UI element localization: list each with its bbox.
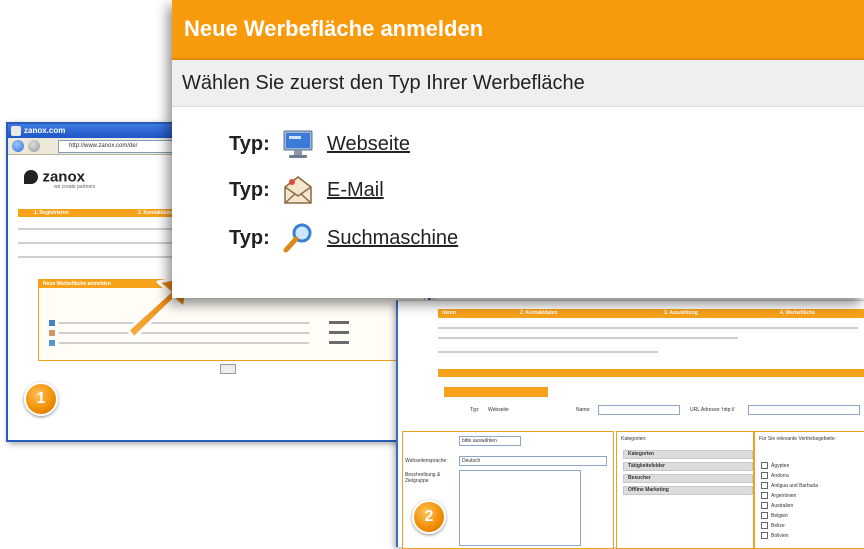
description-label: Beschreibung & Zielgruppe: [405, 472, 441, 484]
category-item[interactable]: Kategorien: [623, 450, 753, 459]
country-checkbox[interactable]: Ägypten: [761, 462, 789, 469]
text-line: [438, 327, 858, 329]
category-item[interactable]: Besucher: [623, 474, 753, 483]
categories-label: Kategorien:: [621, 436, 647, 442]
audience-select[interactable]: bitte auswählen: [459, 436, 521, 446]
country-checkbox[interactable]: Argentinien: [761, 492, 796, 499]
step-label: rieren: [442, 310, 456, 316]
country-checkbox[interactable]: Andorra: [761, 472, 789, 479]
step-label: 2. Kontaktdaten: [520, 310, 558, 316]
language-select[interactable]: Deutsch: [459, 456, 607, 466]
option-suchmaschine: Typ: Suchmaschine: [229, 220, 458, 256]
zanox-logo: zanox we create partners: [24, 168, 95, 190]
webseite-link[interactable]: Webseite: [327, 133, 410, 156]
forward-icon[interactable]: [28, 140, 40, 152]
dialog-subtitle: Wählen Sie zuerst den Typ Ihrer Werbeflä…: [172, 60, 864, 107]
email-link[interactable]: E-Mail: [327, 179, 384, 202]
monitor-icon: [281, 127, 315, 161]
language-select-value: Deutsch: [462, 458, 481, 464]
step-label: 3. Auszahlung: [664, 310, 698, 316]
section-tab: [444, 387, 548, 397]
option-email: Typ: E-Mail: [229, 172, 384, 208]
audience-select-value: bitte auswählen: [462, 438, 497, 444]
option-row: [49, 320, 409, 326]
suchmaschine-link[interactable]: Suchmaschine: [327, 227, 458, 250]
typ-label: Typ:: [229, 132, 270, 155]
step-label: 4. Werbefläche: [780, 310, 816, 316]
country-checkbox[interactable]: Antigua und Barbuda: [761, 482, 818, 489]
step-badge-1: 1: [24, 382, 58, 416]
option-row: [49, 330, 409, 336]
country-checkbox[interactable]: Bolivien: [761, 532, 789, 539]
url-label: URL Adresse: http://: [690, 407, 735, 413]
step-badge-2: 2: [412, 500, 446, 534]
envelope-icon: [281, 173, 315, 207]
text-line: [438, 337, 738, 339]
ok-button[interactable]: [220, 364, 236, 374]
countries-heading: Für Sie relevante Vertriebsgebiete:: [759, 436, 836, 442]
category-item[interactable]: Offline Marketing: [623, 486, 753, 495]
progress-steps: rieren 2. Kontaktdaten 3. Auszahlung 4. …: [438, 309, 864, 318]
name-input[interactable]: [598, 405, 680, 415]
form-window-step2: rieren 2. Kontaktdaten 3. Auszahlung 4. …: [396, 300, 864, 549]
option-webseite: Typ: Webseite: [229, 126, 410, 162]
magnifier-icon: [281, 221, 315, 255]
country-checkbox[interactable]: Australien: [761, 502, 793, 509]
zanox-logo-mark: [24, 169, 38, 184]
country-checkbox[interactable]: Belgien: [761, 512, 788, 519]
zanox-tagline: we create partners: [54, 184, 96, 190]
category-item[interactable]: Tätigkeitsfelder: [623, 462, 753, 471]
back-icon[interactable]: [12, 140, 24, 152]
text-line: [438, 351, 658, 353]
country-checkbox[interactable]: Belize: [761, 522, 785, 529]
typ-label: Typ:: [470, 407, 480, 413]
url-input[interactable]: [748, 405, 860, 415]
address-bar[interactable]: http://www.zanox.com/de/: [58, 140, 180, 153]
dialog-title: Neue Werbefläche anmelden: [172, 0, 864, 60]
step-kontaktdaten: 2. Kontaktdaten: [138, 210, 176, 216]
browser-icon: [11, 126, 21, 136]
section-bar: [438, 369, 864, 377]
typ-label: Typ:: [229, 226, 270, 249]
categories-panel: Kategorien: Kategorien Tätigkeitsfelder …: [616, 431, 754, 549]
typ-label: Typ:: [229, 178, 270, 201]
new-adspace-dialog: Neue Werbefläche anmelden Wählen Sie zue…: [172, 0, 864, 298]
browser-title: zanox.com: [24, 126, 66, 135]
language-label: Webseitensprache:: [405, 458, 448, 464]
name-label: Name:: [576, 407, 591, 413]
typ-value: Webseite: [488, 407, 509, 413]
countries-panel: Für Sie relevante Vertriebsgebiete: Ägyp…: [754, 431, 864, 549]
step-registrieren: 1. Registrieren: [34, 210, 69, 216]
zanox-logo-text: zanox: [42, 168, 85, 186]
description-textarea[interactable]: [459, 470, 581, 546]
option-row: [49, 340, 409, 346]
